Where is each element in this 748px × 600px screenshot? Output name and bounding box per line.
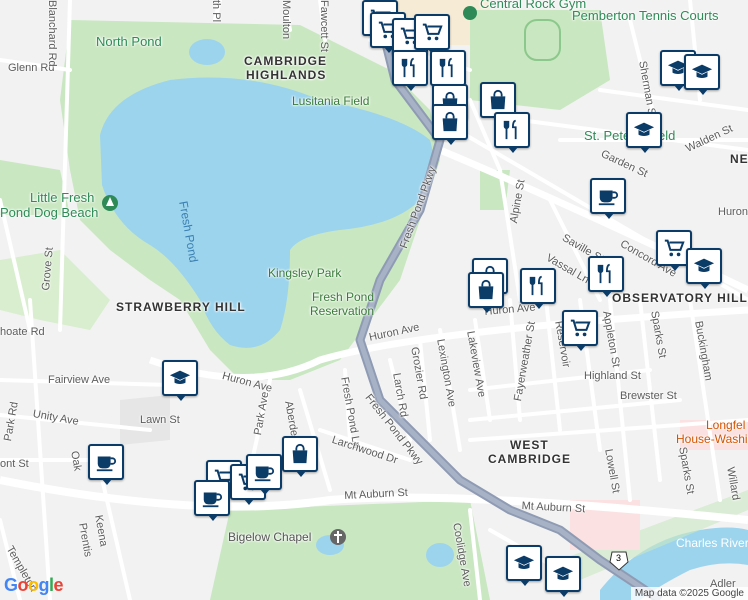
smith-pl-label: th Pl [210,0,222,23]
west-cambridge-label-1: WEST [510,438,549,452]
map-attribution[interactable]: Map data ©2025 Google [630,587,748,600]
poi-pin-restaurant[interactable] [588,256,624,297]
little-fresh-label-2: Pond Dog Beach [0,205,99,220]
route-3-label: 3 [616,553,622,563]
longfellow-label-1: Longfel [706,418,746,432]
lawn-st-label: Lawn St [140,414,180,426]
moulton-label: Moulton [280,0,292,40]
north-pond-label: North Pond [96,34,162,49]
poi-pin-cafe[interactable] [590,178,626,219]
mont-st-label: ont St [0,458,29,470]
blanchard-rd-label: Blanchard Rd [46,0,58,67]
central-rock-gym-label: Central Rock Gym [480,0,587,11]
poi-pin-grocery[interactable] [414,14,450,55]
poi-pin-school[interactable] [626,112,662,153]
highland-st-label: Highland St [584,370,641,382]
longfellow-label-2: House-Washingto [676,432,748,446]
pemberton-tennis-label: Pemberton Tennis Courts [572,8,719,23]
poi-pin-shopping-bag[interactable] [468,272,504,313]
poi-pin-grocery[interactable] [562,310,598,351]
choate-rd-label: hoate Rd [0,326,45,338]
poi-pin-school[interactable] [506,545,542,586]
ne-label: NE [730,152,748,166]
strawberry-hill-label: STRAWBERRY HILL [116,300,246,314]
cambridge-highlands-label-1: CAMBRIDGE [244,54,327,68]
reservation-label-1: Fresh Pond [312,290,375,304]
poi-pin-school[interactable] [684,54,720,95]
little-fresh-label-1: Little Fresh [30,190,95,205]
observatory-hill-label: OBSERVATORY HILL [612,291,748,305]
west-cambridge-label-2: CAMBRIDGE [488,452,571,466]
charles-river-label: Charles River [676,536,748,550]
poi-pin-shopping-bag[interactable] [432,104,468,145]
poi-pin-cafe[interactable] [246,454,282,495]
poi-pin-restaurant[interactable] [430,50,466,91]
bigelow-chapel-label: Bigelow Chapel [228,530,312,544]
poi-pin-restaurant[interactable] [494,112,530,153]
poi-pin-cafe[interactable] [88,444,124,485]
poi-pin-restaurant[interactable] [392,50,428,91]
fairview-ave-label: Fairview Ave [48,374,111,386]
poi-pin-restaurant[interactable] [520,268,556,309]
lusitania-field-label: Lusitania Field [292,94,370,108]
poi-pin-school[interactable] [162,360,198,401]
map-canvas[interactable]: North Pond CAMBRIDGE HIGHLANDS Lusitania… [0,0,748,600]
poi-pin-shopping-bag[interactable] [282,436,318,477]
huron-far-label: Huron [718,206,748,218]
poi-pin-school[interactable] [686,248,722,289]
google-logo: Google [4,575,64,595]
poi-pin-school[interactable] [545,556,581,597]
reservation-label-2: Reservation [310,304,375,318]
cambridge-highlands-label-2: HIGHLANDS [246,68,327,82]
brewster-st-label: Brewster St [620,390,677,402]
poi-pin-cafe[interactable] [194,480,230,521]
kingsley-park-label: Kingsley Park [268,266,342,280]
fawcett-st-label: Fawcett St [318,0,330,52]
